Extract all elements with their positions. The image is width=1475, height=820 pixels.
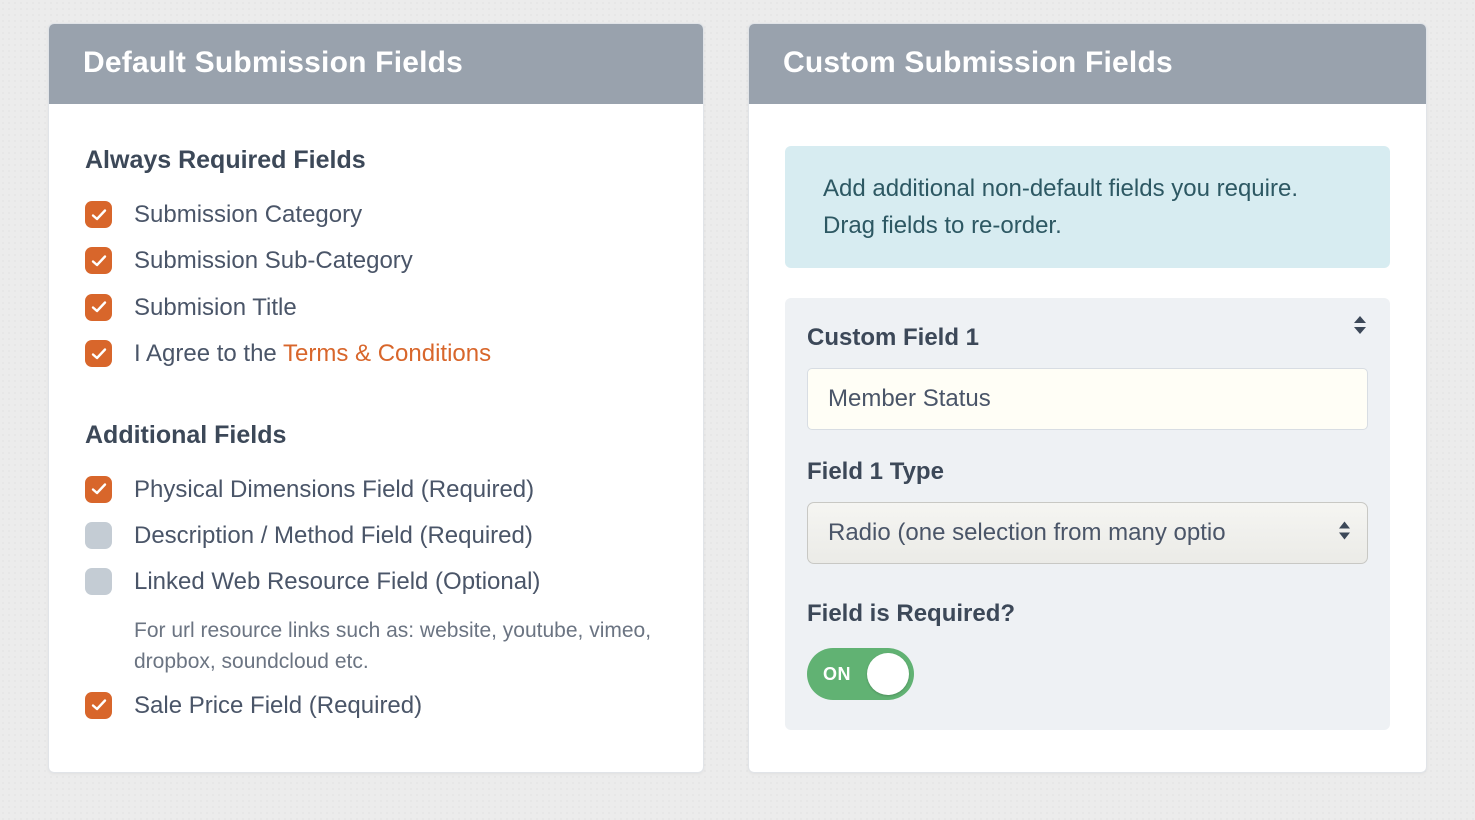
- checkbox-icon[interactable]: [85, 340, 112, 367]
- field-label: Physical Dimensions Field (Required): [134, 474, 534, 506]
- toggle-state-label: ON: [823, 664, 851, 685]
- default-fields-card: Default Submission Fields Always Require…: [48, 23, 704, 773]
- custom-field-block: Custom Field 1 Field 1 Type Radio (one s…: [785, 298, 1390, 730]
- always-required-heading: Always Required Fields: [85, 146, 667, 175]
- field-item: I Agree to the Terms & Conditions: [85, 334, 667, 380]
- additional-fields-heading: Additional Fields: [85, 421, 667, 450]
- field-required-label: Field is Required?: [807, 600, 1368, 628]
- field-item: Physical Dimensions Field (Required): [85, 470, 667, 516]
- field-item: Description / Method Field (Required): [85, 516, 667, 562]
- always-required-section: Always Required Fields Submission Catego…: [85, 146, 667, 381]
- field-label: I Agree to the Terms & Conditions: [134, 338, 491, 370]
- field-item: Linked Web Resource Field (Optional): [85, 562, 667, 608]
- custom-field-1-label: Custom Field 1: [807, 324, 1368, 352]
- field-item: Submission Sub-Category: [85, 241, 667, 287]
- field-1-type-label: Field 1 Type: [807, 458, 1368, 486]
- field-label: Submission Sub-Category: [134, 245, 413, 277]
- field-label: Description / Method Field (Required): [134, 520, 533, 552]
- custom-fields-title: Custom Submission Fields: [749, 24, 1426, 104]
- required-toggle[interactable]: ON: [807, 648, 914, 700]
- field-item: Submission Category: [85, 195, 667, 241]
- drag-handle-icon[interactable]: [1350, 314, 1370, 341]
- toggle-knob: [867, 653, 909, 695]
- field-label: Sale Price Field (Required): [134, 690, 422, 722]
- default-fields-title: Default Submission Fields: [49, 24, 703, 104]
- field-label: Submission Category: [134, 199, 362, 231]
- custom-fields-card: Custom Submission Fields Add additional …: [748, 23, 1427, 773]
- info-banner: Add additional non-default fields you re…: [785, 146, 1390, 268]
- checkbox-icon[interactable]: [85, 201, 112, 228]
- checkbox-icon[interactable]: [85, 568, 112, 595]
- field-label: Linked Web Resource Field (Optional): [134, 566, 540, 598]
- additional-fields-list: Physical Dimensions Field (Required) Des…: [85, 470, 667, 733]
- checkbox-icon[interactable]: [85, 692, 112, 719]
- field-subtext: For url resource links such as: website,…: [85, 615, 667, 678]
- checkbox-icon[interactable]: [85, 294, 112, 321]
- checkbox-icon[interactable]: [85, 247, 112, 274]
- terms-link[interactable]: Terms & Conditions: [283, 340, 491, 367]
- terms-prefix: I Agree to the: [134, 340, 283, 367]
- checkbox-icon[interactable]: [85, 476, 112, 503]
- field-item: Submision Title: [85, 288, 667, 334]
- custom-field-1-input[interactable]: [807, 368, 1368, 430]
- field-label: Submision Title: [134, 292, 297, 324]
- field-1-type-select[interactable]: Radio (one selection from many optio: [807, 502, 1368, 564]
- additional-fields-section: Additional Fields Physical Dimensions Fi…: [85, 421, 667, 733]
- checkbox-icon[interactable]: [85, 522, 112, 549]
- always-required-list: Submission Category Submission Sub-Categ…: [85, 195, 667, 381]
- field-item: Sale Price Field (Required): [85, 686, 667, 732]
